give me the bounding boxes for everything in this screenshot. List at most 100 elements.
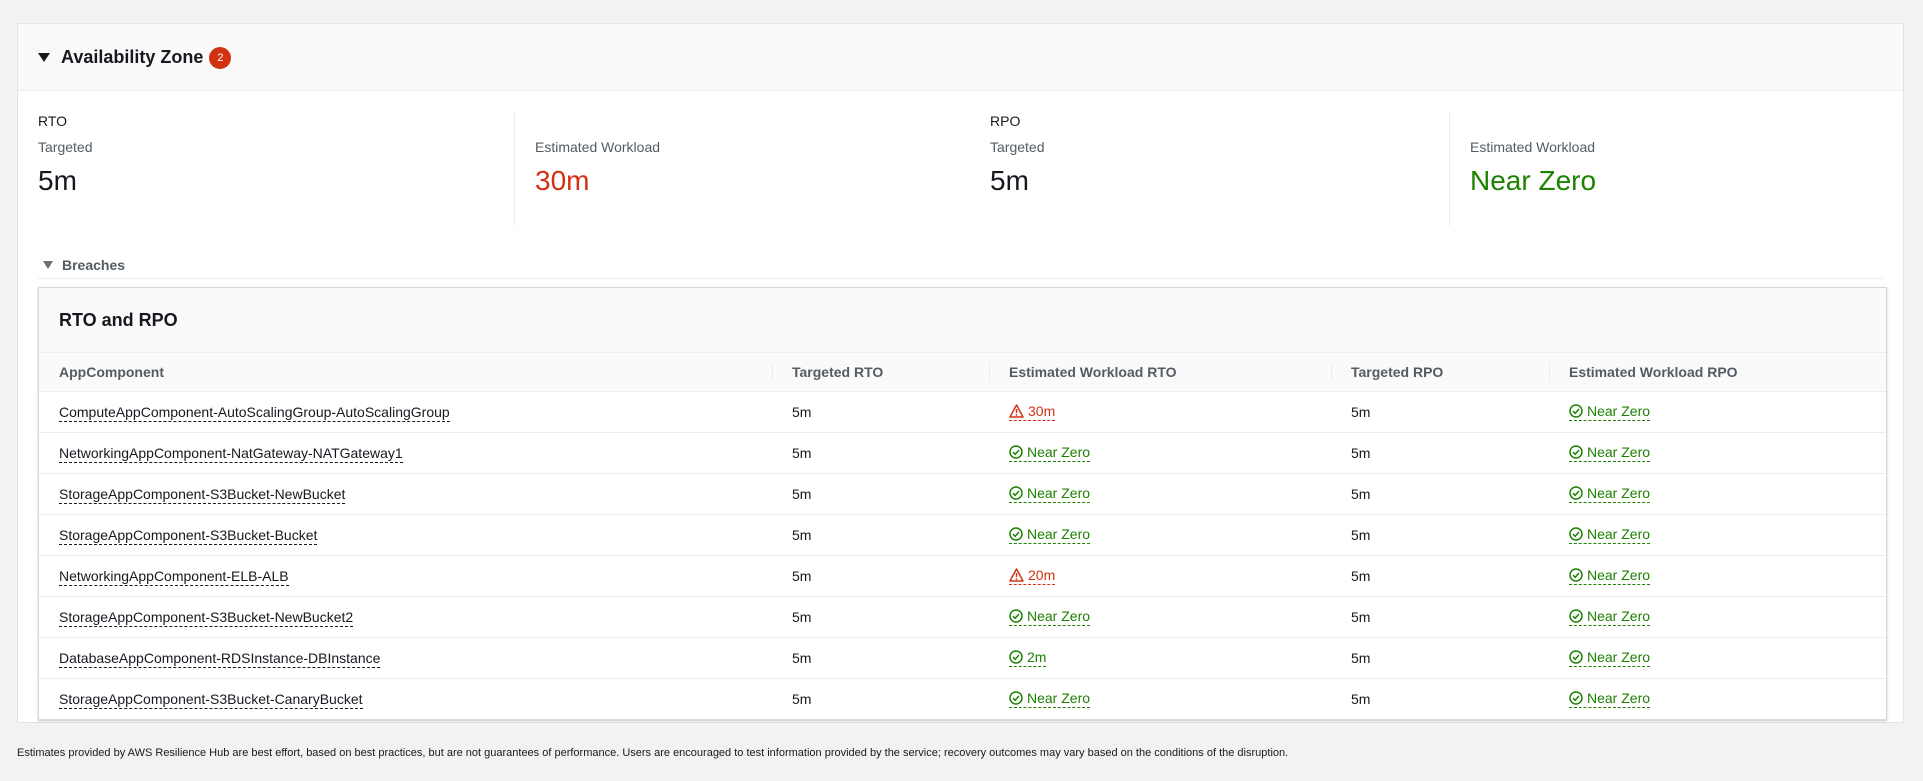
table-row: NetworkingAppComponent-ELB-ALB 5m 20m 5m Nea… — [39, 555, 1886, 597]
appcomponent-link[interactable]: ComputeAppComponent-AutoScalingGroup-Aut… — [59, 404, 450, 422]
caret-down-icon[interactable] — [43, 261, 53, 269]
cell-appcomponent: StorageAppComponent-S3Bucket-CanaryBucke… — [39, 679, 772, 720]
rto-targeted-metric: RTO Targeted 5m — [38, 111, 478, 226]
estimated-rto-status[interactable]: 2m — [1009, 649, 1047, 667]
cell-estimated-rto: Near Zero — [989, 432, 1331, 474]
cell-estimated-rpo: Near Zero — [1549, 679, 1886, 720]
cell-estimated-rto: Near Zero — [989, 473, 1331, 515]
check-circle-icon — [1569, 609, 1587, 623]
cell-estimated-rto: Near Zero — [989, 596, 1331, 638]
cell-targeted-rpo: 5m — [1331, 391, 1549, 433]
column-header-estimated-rpo[interactable]: Estimated Workload RPO — [1549, 352, 1886, 392]
cell-estimated-rpo: Near Zero — [1549, 596, 1886, 638]
cell-targeted-rto: 5m — [772, 432, 989, 474]
table-title: RTO and RPO — [59, 309, 178, 330]
cell-estimated-rto: 20m — [989, 555, 1331, 597]
cell-estimated-rpo: Near Zero — [1549, 637, 1886, 679]
cell-estimated-rpo: Near Zero — [1549, 514, 1886, 556]
cell-appcomponent: DatabaseAppComponent-RDSInstance-DBInsta… — [39, 637, 772, 679]
column-header-targeted-rto[interactable]: Targeted RTO — [772, 352, 989, 392]
appcomponent-link[interactable]: StorageAppComponent-S3Bucket-CanaryBucke… — [59, 691, 363, 709]
cell-targeted-rpo: 5m — [1331, 596, 1549, 638]
estimated-rpo-status[interactable]: Near Zero — [1569, 567, 1651, 585]
table-header-row: AppComponent Targeted RTO Estimated Work… — [39, 352, 1886, 392]
cell-targeted-rpo: 5m — [1331, 555, 1549, 597]
disclaimer-note: Estimates provided by AWS Resilience Hub… — [17, 747, 1289, 759]
estimated-rto-status[interactable]: Near Zero — [1009, 690, 1091, 708]
cell-estimated-rto: Near Zero — [989, 679, 1331, 720]
column-header-targeted-rpo[interactable]: Targeted RPO — [1331, 352, 1549, 392]
cell-targeted-rto: 5m — [772, 473, 989, 515]
cell-estimated-rpo: Near Zero — [1549, 391, 1886, 433]
section-title: Availability Zone — [61, 46, 204, 67]
estimated-rpo-status[interactable]: Near Zero — [1569, 690, 1651, 708]
rpo-targeted-value: 5m — [990, 165, 1029, 196]
rto-estimated-value: 30m — [535, 165, 590, 196]
estimated-rpo-status[interactable]: Near Zero — [1569, 649, 1651, 667]
rto-targeted-value: 5m — [38, 165, 77, 196]
estimated-rto-status[interactable]: Near Zero — [1009, 444, 1091, 462]
check-circle-icon — [1569, 486, 1587, 500]
cell-appcomponent: NetworkingAppComponent-NatGateway-NATGat… — [39, 432, 772, 474]
appcomponent-link[interactable]: StorageAppComponent-S3Bucket-Bucket — [59, 527, 318, 545]
estimated-rto-status[interactable]: 20m — [1009, 567, 1056, 585]
appcomponent-link[interactable]: DatabaseAppComponent-RDSInstance-DBInsta… — [59, 650, 381, 668]
breach-count-badge: 2 — [209, 47, 232, 69]
cell-estimated-rpo: Near Zero — [1549, 473, 1886, 515]
cell-targeted-rpo: 5m — [1331, 473, 1549, 515]
table-row: StorageAppComponent-S3Bucket-Bucket 5m Nea… — [39, 514, 1886, 556]
cell-targeted-rpo: 5m — [1331, 514, 1549, 556]
warning-triangle-icon — [1009, 404, 1028, 418]
cell-estimated-rpo: Near Zero — [1549, 432, 1886, 474]
estimated-rpo-status[interactable]: Near Zero — [1569, 485, 1651, 503]
table-row: StorageAppComponent-S3Bucket-NewBucket2 5… — [39, 596, 1886, 638]
cell-appcomponent: NetworkingAppComponent-ELB-ALB — [39, 555, 772, 597]
check-circle-icon — [1569, 650, 1587, 664]
estimated-rto-status[interactable]: 30m — [1009, 403, 1056, 421]
check-circle-icon — [1569, 691, 1587, 705]
appcomponent-link[interactable]: StorageAppComponent-S3Bucket-NewBucket — [59, 486, 346, 504]
cell-targeted-rto: 5m — [772, 514, 989, 556]
warning-triangle-icon — [1009, 568, 1028, 582]
estimated-rpo-status[interactable]: Near Zero — [1569, 526, 1651, 544]
rto-estimated-metric: Estimated Workload 30m — [514, 111, 975, 226]
column-header-estimated-rto[interactable]: Estimated Workload RTO — [989, 352, 1331, 392]
rpo-group-label: RPO — [990, 113, 1021, 129]
estimated-rpo-status[interactable]: Near Zero — [1569, 444, 1651, 462]
column-header-appcomponent[interactable]: AppComponent — [39, 352, 772, 392]
rto-group-label: RTO — [38, 113, 68, 129]
rpo-estimated-value: Near Zero — [1470, 165, 1597, 196]
rpo-estimated-metric: Estimated Workload Near Zero — [1449, 111, 1910, 226]
rto-targeted-label: Targeted — [38, 139, 93, 155]
availability-zone-header[interactable]: Availability Zone 2 — [18, 24, 1903, 91]
estimated-rto-status[interactable]: Near Zero — [1009, 526, 1091, 544]
cell-estimated-rto: 2m — [989, 637, 1331, 679]
appcomponent-link[interactable]: NetworkingAppComponent-NatGateway-NATGat… — [59, 445, 403, 463]
rpo-targeted-metric: RPO Targeted 5m — [990, 111, 1430, 226]
estimated-rto-status[interactable]: Near Zero — [1009, 485, 1091, 503]
rto-rpo-table-container: RTO and RPO AppComponent Targeted RTO Es… — [38, 287, 1887, 720]
cell-targeted-rpo: 5m — [1351, 691, 1371, 707]
estimated-rpo-status[interactable]: Near Zero — [1569, 608, 1651, 626]
caret-down-icon[interactable] — [38, 53, 50, 62]
check-circle-icon — [1569, 527, 1587, 541]
cell-appcomponent: StorageAppComponent-S3Bucket-NewBucket2 — [39, 596, 772, 638]
appcomponent-link[interactable]: StorageAppComponent-S3Bucket-NewBucket2 — [59, 609, 354, 627]
estimated-rto-status[interactable]: Near Zero — [1009, 608, 1091, 626]
table-body: ComputeAppComponent-AutoScalingGroup-Aut… — [39, 391, 1886, 720]
cell-estimated-rto: Near Zero — [989, 514, 1331, 556]
breaches-toggle[interactable]: Breaches — [38, 252, 1883, 279]
cell-appcomponent: StorageAppComponent-S3Bucket-NewBucket — [39, 473, 772, 515]
check-circle-icon — [1569, 445, 1587, 459]
check-circle-icon — [1009, 527, 1027, 541]
estimated-rpo-status[interactable]: Near Zero — [1569, 403, 1651, 421]
cell-estimated-rto: 30m — [989, 391, 1331, 433]
cell-targeted-rto: 5m — [772, 391, 989, 433]
check-circle-icon — [1009, 650, 1027, 664]
rpo-estimated-label: Estimated Workload — [1470, 139, 1596, 155]
cell-targeted-rpo: 5m — [1331, 637, 1549, 679]
cell-estimated-rpo: Near Zero — [1549, 555, 1886, 597]
table-row: DatabaseAppComponent-RDSInstance-DBInsta… — [39, 637, 1886, 679]
check-circle-icon — [1009, 691, 1027, 705]
appcomponent-link[interactable]: NetworkingAppComponent-ELB-ALB — [59, 568, 289, 586]
